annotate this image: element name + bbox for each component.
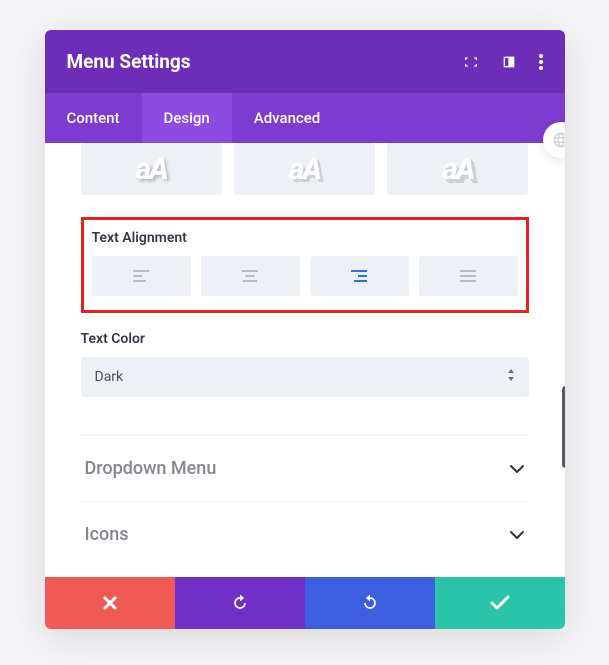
globe-icon xyxy=(552,131,565,149)
panel-title: Menu Settings xyxy=(67,50,191,73)
accordion: Dropdown Menu Icons xyxy=(81,435,529,567)
confirm-button[interactable] xyxy=(435,577,565,629)
header-actions xyxy=(463,54,543,70)
close-button[interactable] xyxy=(45,577,175,629)
redo-button[interactable] xyxy=(305,577,435,629)
text-alignment-section: Text Alignment xyxy=(81,217,529,313)
align-justify-icon xyxy=(458,269,478,283)
text-alignment-options xyxy=(92,256,518,296)
text-color-select[interactable]: Dark xyxy=(81,357,529,397)
footer-actions xyxy=(45,577,565,629)
text-shadow-option-3[interactable]: aA xyxy=(387,143,528,195)
kebab-icon[interactable] xyxy=(539,54,543,70)
align-justify-button[interactable] xyxy=(419,256,518,296)
select-caret-icon xyxy=(507,369,515,385)
tab-content[interactable]: Content xyxy=(45,93,142,143)
align-center-button[interactable] xyxy=(201,256,300,296)
text-color-label: Text Color xyxy=(81,331,529,347)
undo-icon xyxy=(230,593,250,613)
tab-design[interactable]: Design xyxy=(142,93,232,143)
text-alignment-label: Text Alignment xyxy=(92,230,518,246)
check-icon xyxy=(490,595,510,611)
panel-body: aA aA aA Text Alignment xyxy=(45,143,565,577)
text-color-section: Text Color Dark xyxy=(81,331,529,397)
chevron-down-icon xyxy=(509,530,525,540)
accordion-dropdown-menu[interactable]: Dropdown Menu xyxy=(81,435,529,501)
expand-icon[interactable] xyxy=(463,54,479,70)
tab-advanced[interactable]: Advanced xyxy=(232,93,342,143)
align-center-icon xyxy=(240,269,260,283)
accordion-icons[interactable]: Icons xyxy=(81,501,529,567)
text-color-value: Dark xyxy=(95,369,124,385)
align-left-icon xyxy=(131,269,151,283)
align-right-icon xyxy=(349,269,369,283)
undo-button[interactable] xyxy=(175,577,305,629)
close-icon xyxy=(102,595,118,611)
snap-icon[interactable] xyxy=(501,54,517,70)
settings-panel: Menu Settings Content Design Advanced aA… xyxy=(45,30,565,629)
redo-icon xyxy=(360,593,380,613)
text-shadow-options: aA aA aA xyxy=(81,143,529,195)
text-shadow-option-1[interactable]: aA xyxy=(81,143,222,195)
panel-header: Menu Settings xyxy=(45,30,565,93)
text-shadow-option-2[interactable]: aA xyxy=(234,143,375,195)
align-right-button[interactable] xyxy=(310,256,409,296)
align-left-button[interactable] xyxy=(92,256,191,296)
chevron-down-icon xyxy=(509,464,525,474)
tabs: Content Design Advanced xyxy=(45,93,565,143)
scrollbar-thumb[interactable] xyxy=(562,386,565,468)
